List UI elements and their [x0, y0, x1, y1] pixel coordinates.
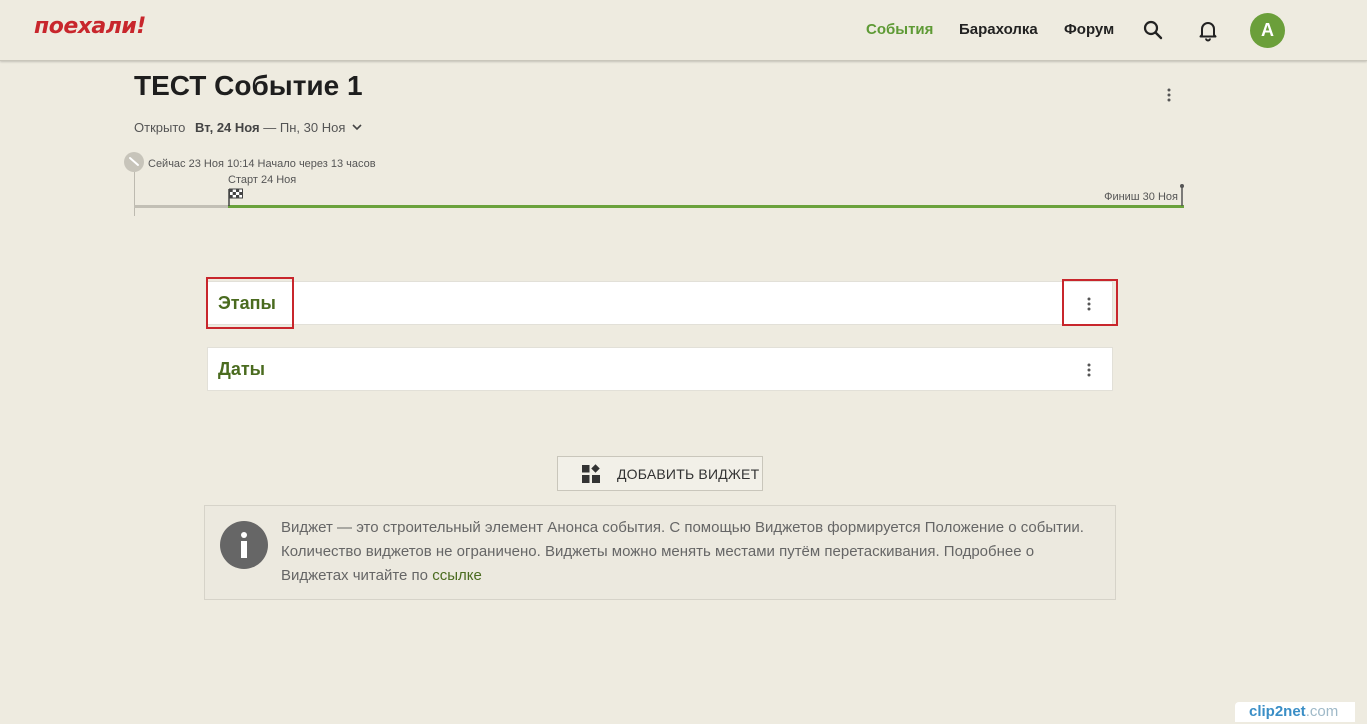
- nav-flea-market[interactable]: Барахолка: [959, 21, 1038, 38]
- more-vert-icon: [1087, 363, 1091, 377]
- more-vert-icon: [1167, 88, 1171, 102]
- top-navigation-bar: поехали! События Барахолка Форум A: [0, 0, 1367, 61]
- timeline-now-label: Сейчас 23 Ноя 10:14 Начало через 13 часо…: [148, 158, 376, 170]
- widget-title: Этапы: [218, 293, 276, 313]
- page-title: ТЕСТ Событие 1: [134, 70, 363, 101]
- date-separator: —: [259, 120, 280, 135]
- event-timeline: Сейчас 23 Ноя 10:14 Начало через 13 часо…: [124, 150, 1194, 220]
- info-link[interactable]: ссылке: [432, 567, 482, 584]
- watermark: clip2net.com: [1235, 702, 1355, 722]
- site-logo[interactable]: поехали!: [34, 14, 146, 39]
- add-widget-label: ДОБАВИТЬ ВИДЖЕТ: [617, 465, 760, 482]
- chevron-down-icon: [352, 124, 362, 131]
- user-avatar[interactable]: A: [1250, 13, 1285, 48]
- widget-dates-more-button[interactable]: [1077, 358, 1101, 382]
- widget-stages[interactable]: Этапы: [207, 281, 1113, 325]
- nav-forum[interactable]: Форум: [1064, 21, 1114, 38]
- info-box: Виджет — это строительный элемент Анонса…: [204, 505, 1116, 600]
- event-status: Открыто: [134, 120, 186, 135]
- nav-events[interactable]: События: [866, 21, 933, 38]
- now-marker: [124, 152, 144, 172]
- more-vert-icon: [1087, 297, 1091, 311]
- widget-stages-more-button[interactable]: [1077, 292, 1101, 316]
- event-status-line[interactable]: Открыто Вт, 24 Ноя — Пн, 30 Ноя: [134, 120, 362, 135]
- timeline-start-label: Старт 24 Ноя: [228, 174, 297, 186]
- finish-post-icon: [1180, 184, 1184, 211]
- clock-icon: [129, 157, 139, 166]
- now-line: [134, 172, 135, 216]
- info-icon: [220, 521, 268, 569]
- widget-dates[interactable]: Даты: [207, 347, 1113, 391]
- event-start-date: Вт, 24 Ноя: [195, 120, 260, 135]
- watermark-domain: .com: [1305, 703, 1339, 720]
- info-text: Виджет — это строительный элемент Анонса…: [281, 516, 1096, 588]
- add-widget-button[interactable]: ДОБАВИТЬ ВИДЖЕТ: [557, 456, 763, 491]
- search-icon[interactable]: [1141, 18, 1165, 42]
- bell-icon[interactable]: [1196, 18, 1220, 42]
- info-body: Виджет — это строительный элемент Анонса…: [281, 519, 1084, 584]
- watermark-brand: clip2net: [1249, 703, 1306, 720]
- widget-title: Даты: [218, 359, 266, 379]
- checkered-flag-icon: [228, 188, 244, 211]
- timeline-track-event: [228, 205, 1184, 208]
- timeline-track-before: [134, 205, 228, 208]
- event-end-date: Пн, 30 Ноя: [279, 120, 346, 135]
- timeline-finish-label: Финиш 30 Ноя: [1104, 191, 1178, 203]
- widgets-icon: [582, 463, 600, 483]
- event-more-menu-button[interactable]: [1157, 83, 1181, 107]
